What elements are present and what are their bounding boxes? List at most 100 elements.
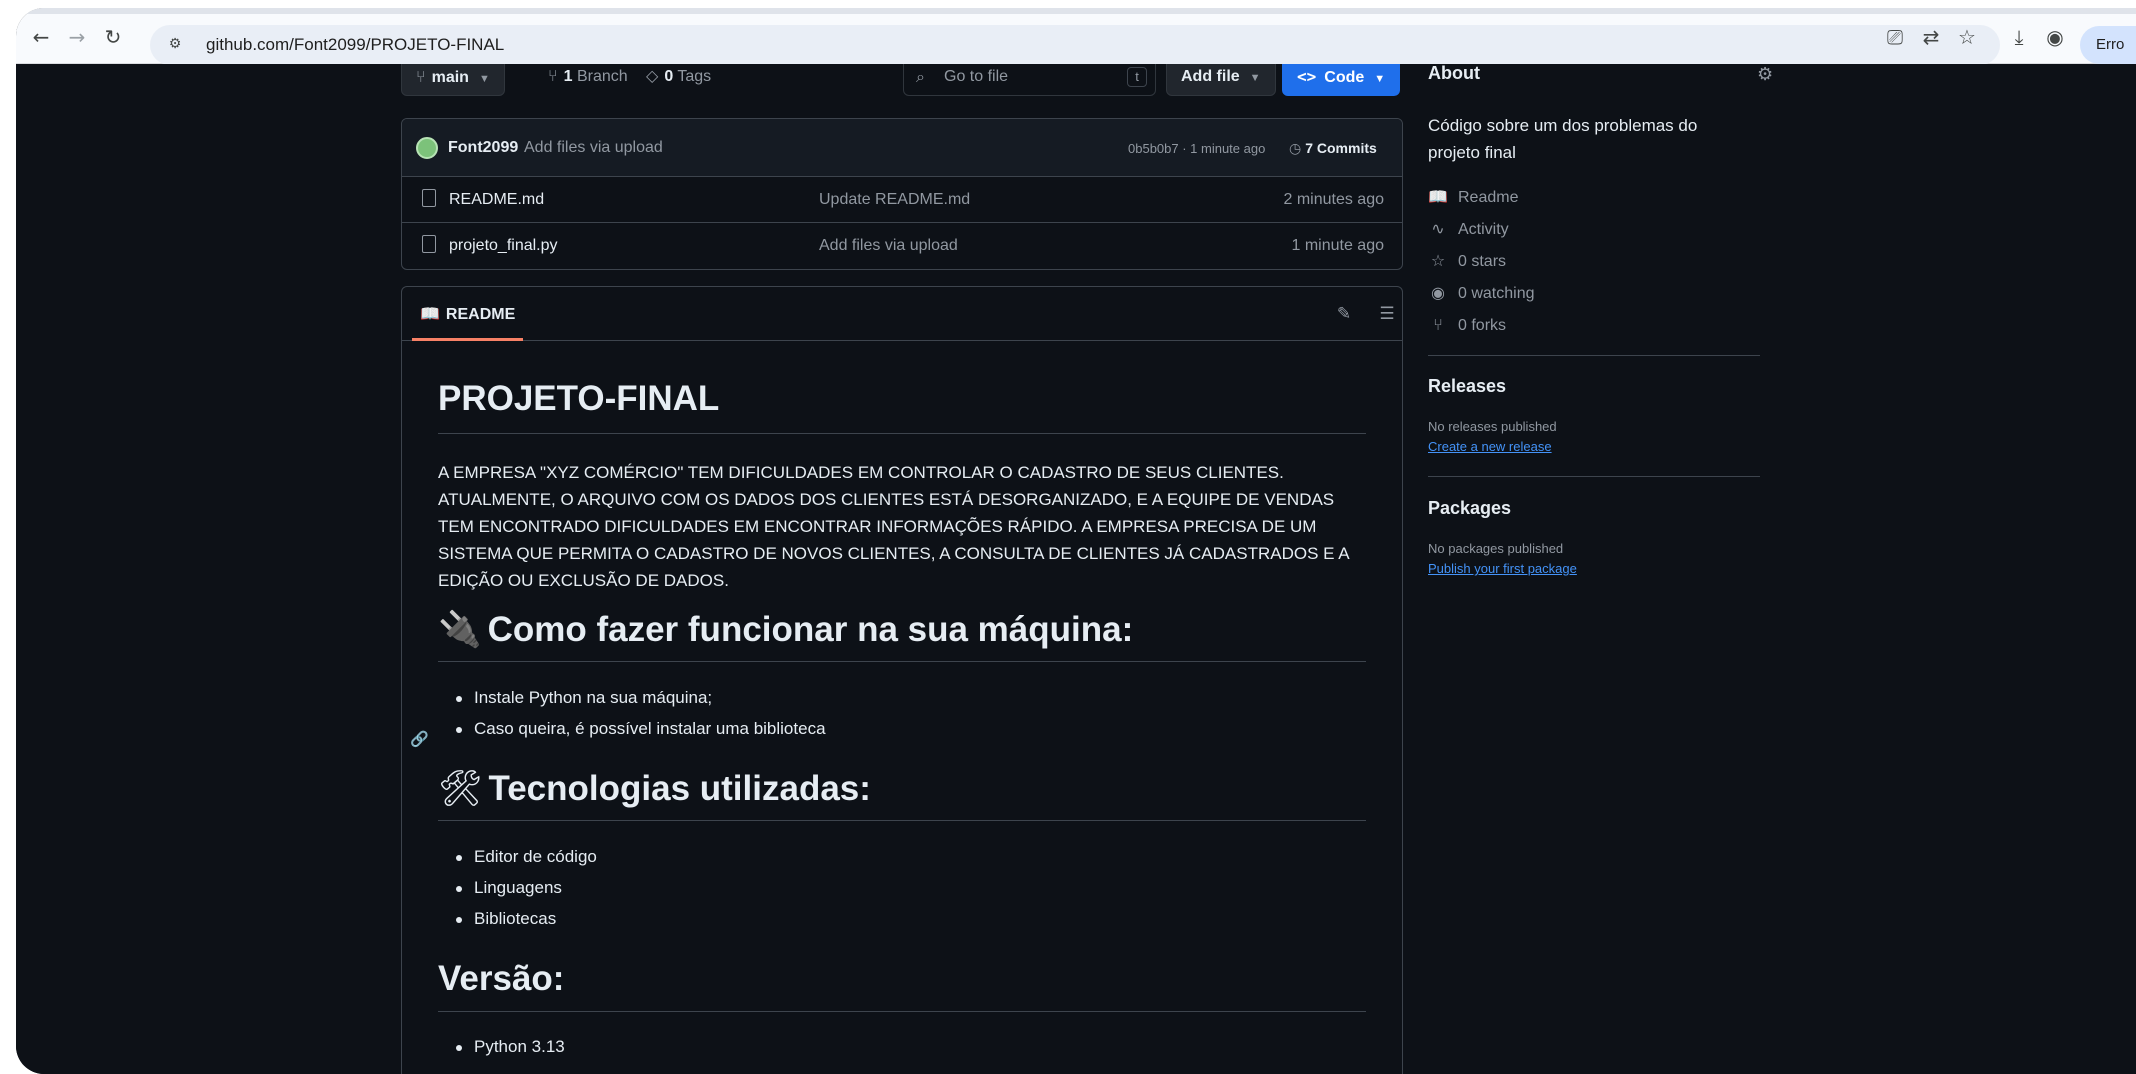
translate-icon[interactable]: ⇄ [1918, 24, 1944, 50]
tab-strip [16, 8, 2136, 14]
bookmark-star-icon[interactable]: ☆ [1954, 24, 1980, 50]
tab-readme[interactable]: 📖 README [412, 287, 524, 341]
profile-error-chip[interactable]: Erro [2080, 26, 2136, 64]
watching-link[interactable]: ◉ 0 watching [1428, 283, 1535, 303]
create-release-link[interactable]: Create a new release [1428, 439, 1552, 454]
history-icon: ◷ [1289, 141, 1302, 157]
list-item: Instale Python na sua máquina; [455, 688, 713, 707]
reload-icon[interactable]: ↻ [100, 24, 126, 50]
stars-link[interactable]: ☆ 0 stars [1428, 251, 1506, 271]
branches-link[interactable]: ⑂ 1 Branch [548, 66, 628, 86]
section-heading-technologies: 🛠 Tecnologias utilizadas: [438, 768, 871, 809]
browser-toolbar: ← → ↻ ⚙ github.com/Font2099/PROJETO-FINA… [16, 8, 2136, 65]
readme-title: PROJETO-FINAL [438, 379, 720, 418]
section-heading-text: Como fazer funcionar na sua máquina: [487, 610, 1134, 649]
book-icon: 📖 [420, 304, 440, 323]
commits-count: 7 Commits [1305, 140, 1377, 156]
site-info-icon[interactable]: ⚙ [164, 33, 186, 55]
download-icon[interactable]: ⤓ [2006, 24, 2032, 50]
heading-divider [438, 1011, 1366, 1012]
tag-icon: ◇ [646, 66, 659, 85]
edit-pencil-icon[interactable]: ✎ [1332, 302, 1356, 326]
heading-divider [438, 820, 1366, 821]
url-text[interactable]: github.com/Font2099/PROJETO-FINAL [206, 35, 504, 55]
branch-select-button[interactable]: ⑂ main ▼ [401, 64, 505, 96]
activity-link[interactable]: ∿ Activity [1428, 219, 1509, 239]
file-name[interactable]: projeto_final.py [449, 237, 558, 255]
file-list: Font2099 Add files via upload 0b5b0b7 · … [401, 118, 1403, 270]
install-app-icon[interactable]: ⎚ [1882, 24, 1908, 50]
commit-author[interactable]: Font2099 [448, 139, 518, 157]
readme-paragraph: A EMPRESA "XYZ COMÉRCIO" TEM DIFICULDADE… [438, 463, 1349, 590]
tools-icon: 🛠 [438, 769, 483, 809]
list-item: Python 3.13 [456, 1037, 565, 1056]
watching-label: 0 watching [1458, 285, 1535, 302]
commits-link[interactable]: ◷ 7 Commits [1289, 140, 1377, 157]
search-icon: ⌕ [916, 67, 925, 86]
star-icon: ☆ [1430, 251, 1446, 270]
file-commit-message[interactable]: Add files via upload [819, 237, 958, 255]
code-button[interactable]: <> Code ▼ [1282, 64, 1401, 96]
publish-package-link[interactable]: Publish your first package [1428, 561, 1577, 576]
link-anchor-icon[interactable]: 🔗 [410, 730, 429, 748]
chevron-down-icon: ▼ [1249, 72, 1261, 84]
tag-count: 0 [664, 68, 674, 85]
code-label: Code [1324, 69, 1365, 86]
browser-window: ← → ↻ ⚙ github.com/Font2099/PROJETO-FINA… [16, 8, 2136, 1074]
forward-arrow-icon[interactable]: → [64, 24, 90, 50]
pulse-icon: ∿ [1431, 219, 1445, 238]
file-row[interactable]: projeto_final.py Add files via upload 1 … [402, 223, 1402, 269]
add-file-label: Add file [1181, 68, 1240, 85]
avatar[interactable] [416, 137, 438, 159]
outline-list-icon[interactable]: ☰ [1375, 302, 1399, 326]
branch-icon: ⑂ [548, 66, 558, 85]
tags-link[interactable]: ◇ 0 Tags [646, 66, 711, 86]
branch-count: 1 [563, 68, 573, 85]
gear-icon[interactable]: ⚙ [1757, 64, 1773, 85]
releases-empty-text: No releases published [1428, 419, 1557, 434]
readme-link-label: Readme [1458, 189, 1519, 206]
section-heading-setup: 🔌 Como fazer funcionar na sua máquina: [438, 609, 1133, 650]
address-bar[interactable]: ⚙ github.com/Font2099/PROJETO-FINAL [150, 25, 2000, 65]
about-description: Código sobre um dos problemas do projeto… [1428, 116, 1698, 162]
branch-label: Branch [576, 68, 628, 85]
readme-panel: 📖 README ✎ ☰ PROJETO-FINAL A EMPRESA "XYZ… [401, 286, 1403, 1074]
file-time: 2 minutes ago [1283, 191, 1384, 208]
commit-hash-time[interactable]: 0b5b0b7 · 1 minute ago [1128, 141, 1265, 156]
list-item: Linguagens [456, 878, 562, 897]
branch-icon: ⑂ [416, 67, 426, 86]
readme-link[interactable]: 📖 Readme [1428, 187, 1518, 207]
chevron-down-icon: ▼ [1374, 73, 1386, 85]
packages-heading[interactable]: Packages [1428, 498, 1511, 519]
about-heading: About [1428, 64, 1480, 83]
latest-commit-row: Font2099 Add files via upload 0b5b0b7 · … [402, 119, 1402, 177]
github-page: ⑂ main ▼ ⑂ 1 Branch ◇ 0 Tags ⌕ Go to file t … [16, 64, 2136, 1074]
list-item: Bibliotecas [455, 909, 557, 928]
sidebar-divider [1428, 355, 1760, 356]
account-icon[interactable]: ◉ [2042, 24, 2068, 50]
fork-icon: ⑂ [1433, 315, 1443, 334]
commit-message[interactable]: Add files via upload [524, 139, 663, 157]
activity-link-label: Activity [1458, 221, 1509, 238]
go-to-file-placeholder: Go to file [944, 68, 1009, 85]
readme-header: 📖 README ✎ ☰ [402, 287, 1402, 341]
file-commit-message[interactable]: Update README.md [819, 191, 970, 209]
stars-label: 0 stars [1458, 253, 1507, 270]
forks-link[interactable]: ⑂ 0 forks [1428, 315, 1506, 335]
list-item: Caso queira, é possível instalar uma bib… [456, 719, 826, 738]
file-time: 1 minute ago [1291, 237, 1384, 254]
chevron-down-icon: ▼ [478, 73, 490, 85]
plug-icon: 🔌 [438, 610, 482, 650]
section-heading-text: Tecnologias utilizadas: [488, 769, 871, 808]
file-icon [422, 235, 436, 253]
releases-heading[interactable]: Releases [1428, 376, 1506, 397]
section-heading-version: Versão: [438, 959, 565, 998]
go-to-file-input[interactable]: ⌕ Go to file t [903, 64, 1156, 96]
sidebar-divider [1428, 476, 1760, 477]
branch-name: main [431, 69, 469, 86]
file-name[interactable]: README.md [449, 191, 544, 209]
heading-divider [438, 661, 1366, 662]
file-row[interactable]: README.md Update README.md 2 minutes ago [402, 177, 1402, 223]
add-file-button[interactable]: Add file ▼ [1166, 64, 1276, 96]
back-arrow-icon[interactable]: ← [28, 24, 54, 50]
